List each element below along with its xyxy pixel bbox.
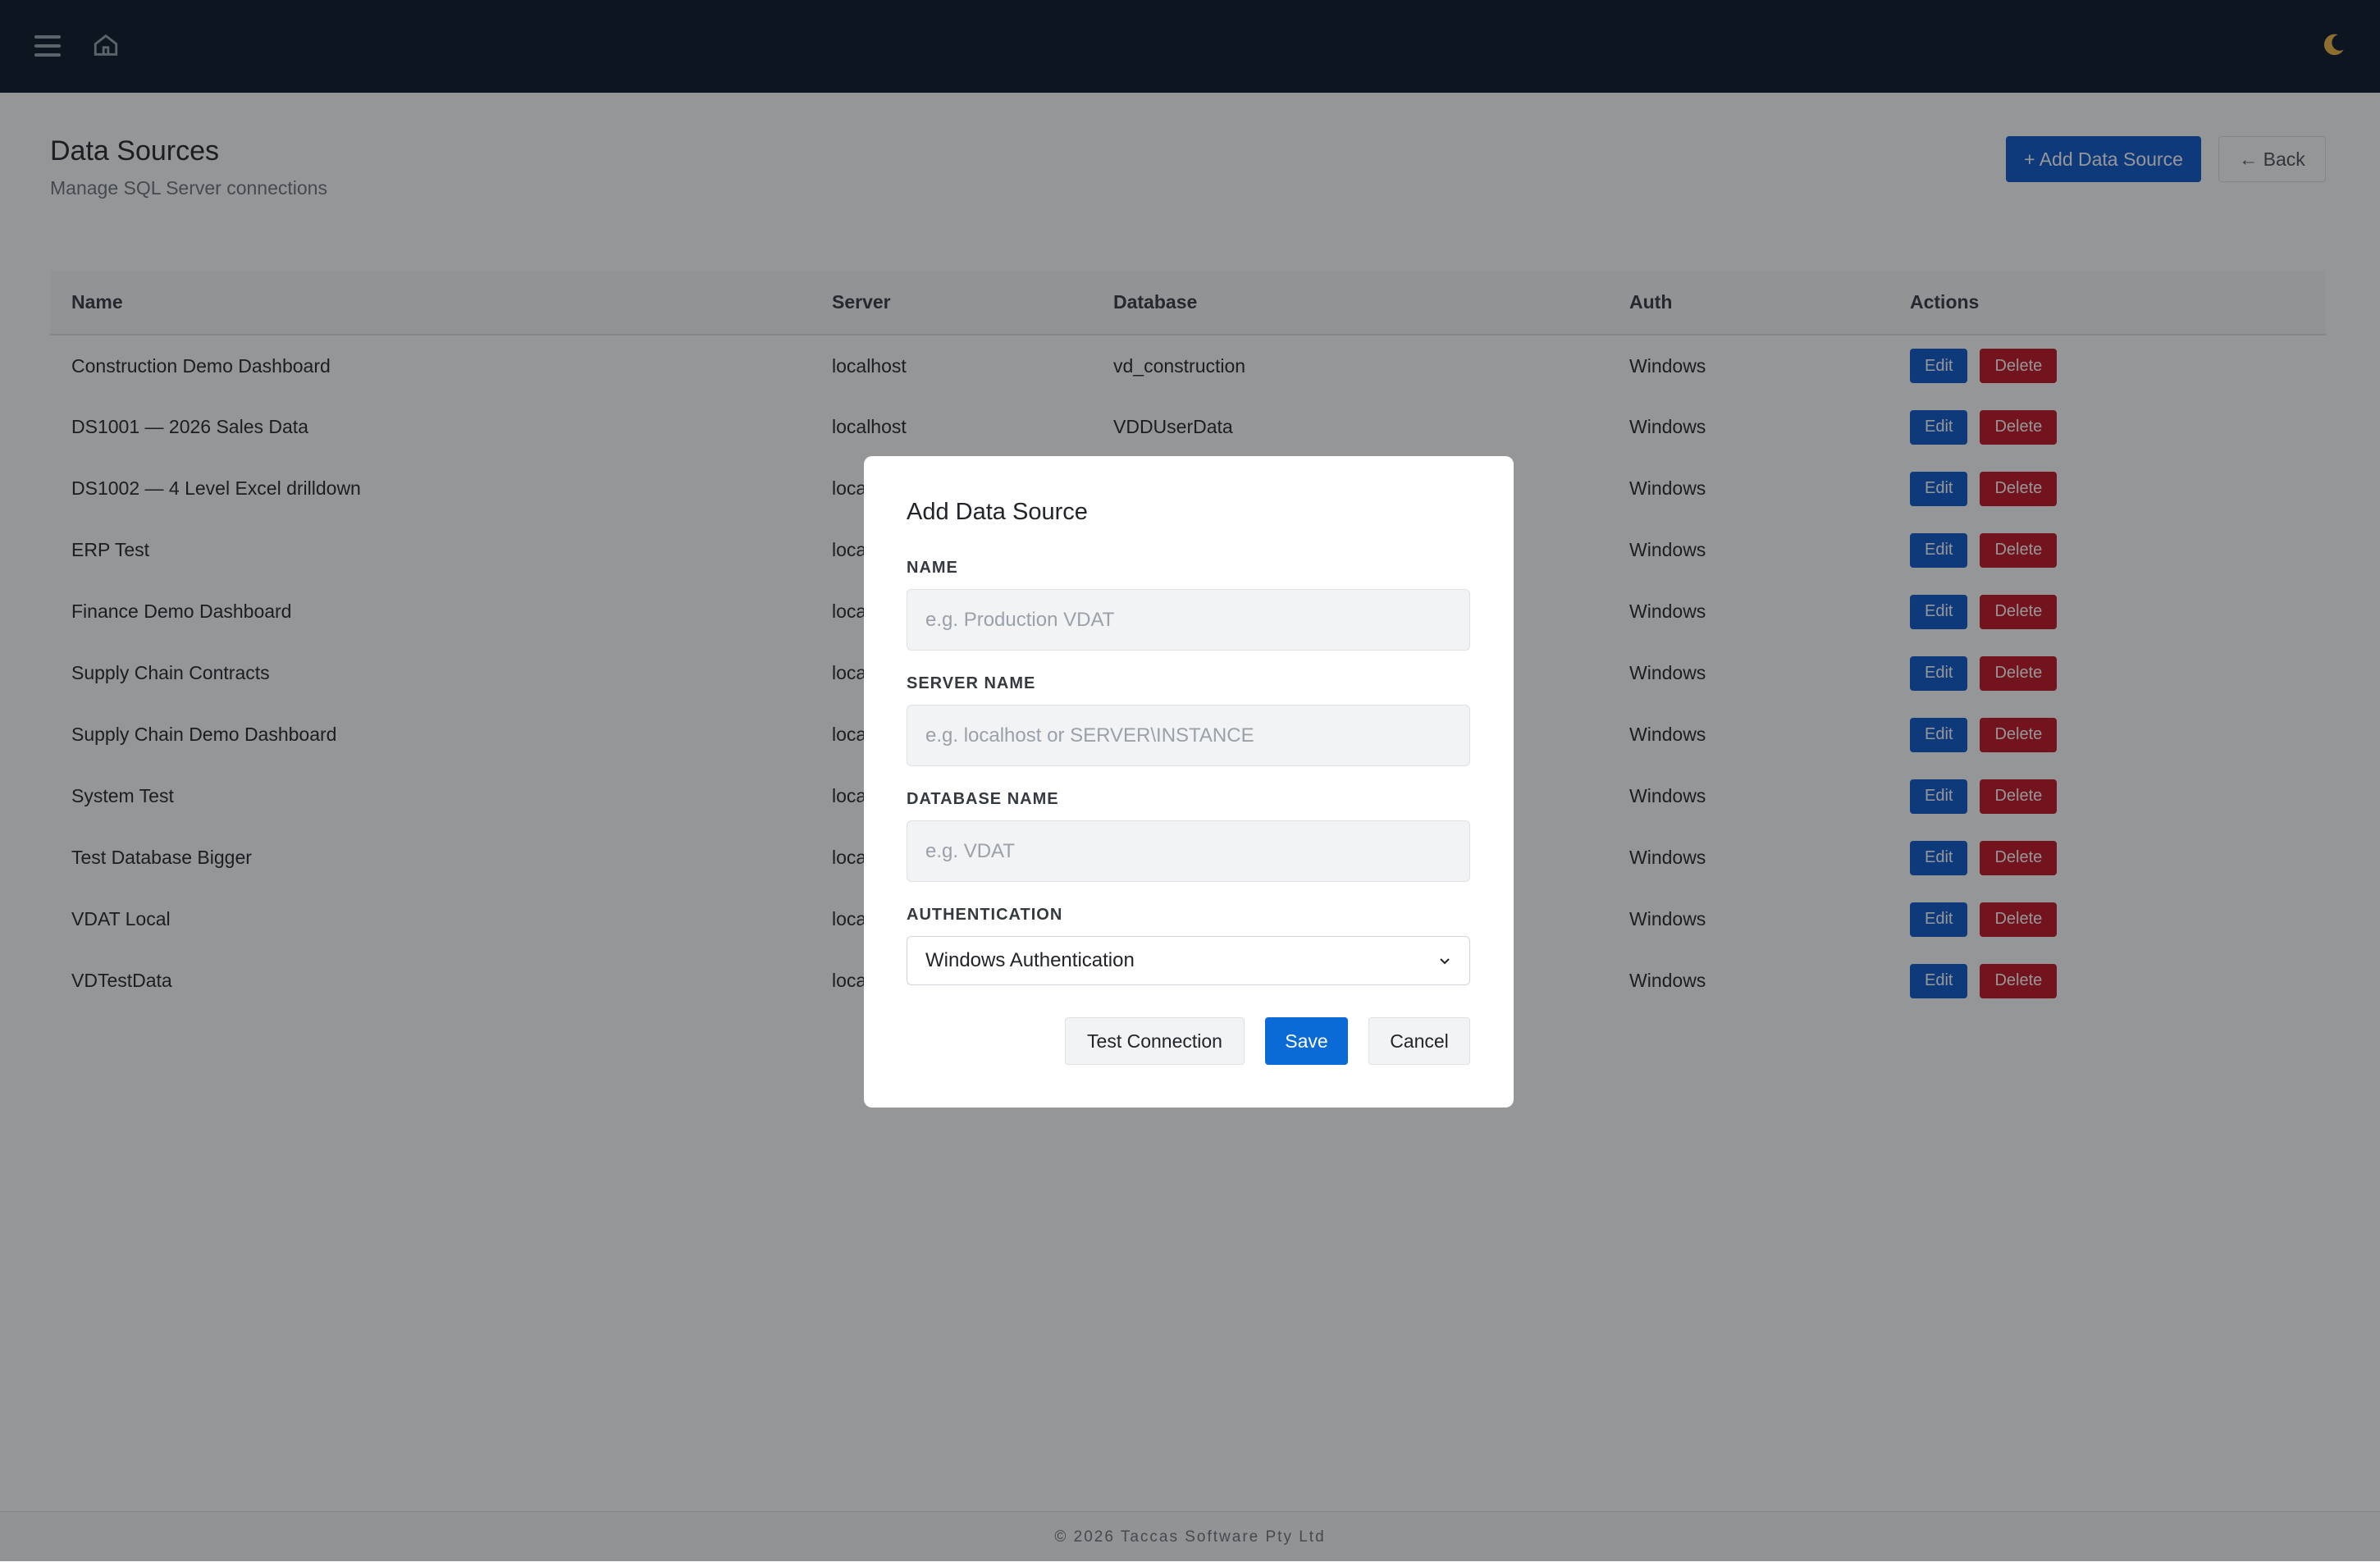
chevron-down-icon	[1440, 958, 1450, 965]
server-name-input[interactable]	[907, 705, 1470, 766]
database-name-input[interactable]	[907, 820, 1470, 882]
save-button[interactable]: Save	[1265, 1017, 1348, 1065]
authentication-select-value: Windows Authentication	[925, 949, 1135, 971]
modal-title: Add Data Source	[907, 499, 1088, 525]
authentication-select[interactable]: Windows Authentication	[907, 936, 1470, 985]
database-name-label: DATABASE NAME	[907, 790, 1059, 808]
name-input[interactable]	[907, 589, 1470, 651]
server-name-label: SERVER NAME	[907, 674, 1036, 692]
name-label: NAME	[907, 559, 958, 577]
add-data-source-modal: Add Data Source NAME SERVER NAME DATABAS…	[864, 456, 1514, 1108]
cancel-button[interactable]: Cancel	[1368, 1017, 1470, 1065]
authentication-label: AUTHENTICATION	[907, 906, 1063, 924]
test-connection-button[interactable]: Test Connection	[1065, 1017, 1245, 1065]
